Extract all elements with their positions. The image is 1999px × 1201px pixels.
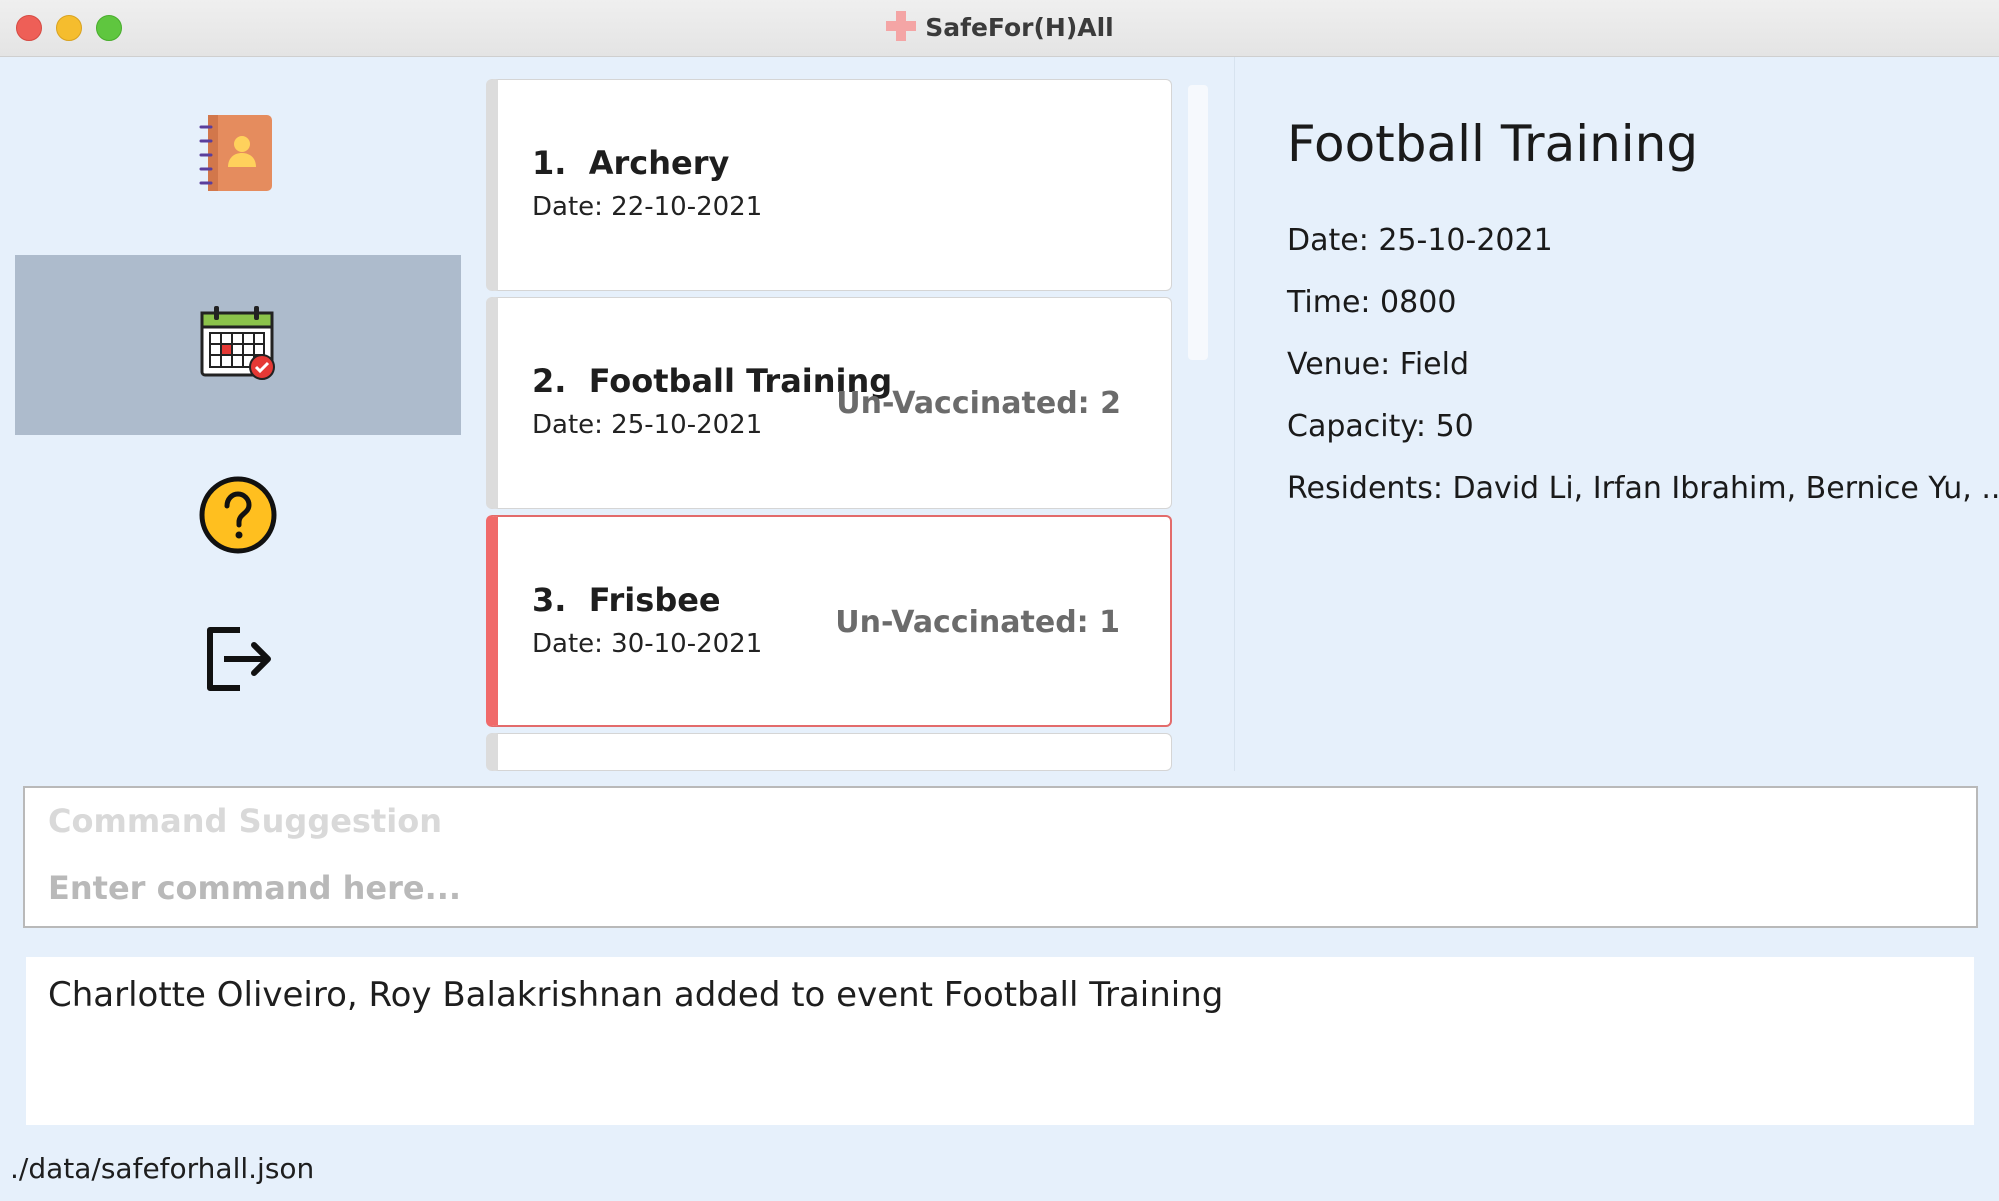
event-details-title: Football Training (1287, 115, 1699, 173)
sidebar (0, 57, 465, 771)
title-bar: SafeFor(H)All (0, 0, 1999, 57)
event-card-selected[interactable]: 3. Frisbee Date: 30-10-2021 Un-Vaccinate… (486, 515, 1172, 727)
unvaccinated-count: Un-Vaccinated: 1 (835, 605, 1120, 640)
unvaccinated-count: Un-Vaccinated: 2 (836, 386, 1121, 421)
event-date: Date: 25-10-2021 (532, 410, 763, 440)
event-name: 1. Archery (532, 144, 730, 182)
event-details-time: Time: 0800 (1287, 285, 1457, 320)
event-details-venue: Venue: Field (1287, 347, 1470, 382)
event-details-date: Date: 25-10-2021 (1287, 223, 1553, 258)
sidebar-item-events[interactable] (15, 255, 461, 435)
status-bar-file-path: ./data/safeforhall.json (10, 1152, 315, 1185)
command-box[interactable]: Command Suggestion (23, 786, 1978, 928)
help-icon (198, 475, 278, 559)
event-details-residents: Residents: David Li, Irfan Ibrahim, Bern… (1287, 471, 1999, 506)
sidebar-item-exit[interactable] (15, 570, 461, 750)
event-list[interactable]: 1. Archery Date: 22-10-2021 2. Football … (466, 57, 1235, 771)
event-details-capacity: Capacity: 50 (1287, 409, 1474, 444)
event-card[interactable]: 2. Football Training Date: 25-10-2021 Un… (486, 297, 1172, 509)
event-name: 3. Frisbee (532, 581, 721, 619)
calendar-icon (198, 303, 278, 387)
address-book-icon (198, 111, 278, 199)
event-list-scrollbar[interactable] (1188, 85, 1208, 360)
red-cross-icon (885, 10, 917, 48)
event-date: Date: 22-10-2021 (532, 192, 763, 222)
exit-icon (198, 618, 278, 702)
event-card[interactable]: 1. Archery Date: 22-10-2021 (486, 79, 1172, 291)
event-card-partial[interactable] (486, 733, 1172, 771)
sidebar-item-residents[interactable] (15, 65, 461, 245)
event-details-panel: Football Training Date: 25-10-2021 Time:… (1235, 57, 1999, 771)
command-suggestion: Command Suggestion (48, 802, 442, 840)
command-input[interactable] (48, 866, 1928, 910)
window-title: SafeFor(H)All (0, 10, 1999, 48)
window-title-text: SafeFor(H)All (925, 13, 1114, 42)
event-date: Date: 30-10-2021 (532, 629, 763, 659)
result-display: Charlotte Oliveiro, Roy Balakrishnan add… (26, 957, 1974, 1125)
result-message: Charlotte Oliveiro, Roy Balakrishnan add… (48, 975, 1224, 1015)
